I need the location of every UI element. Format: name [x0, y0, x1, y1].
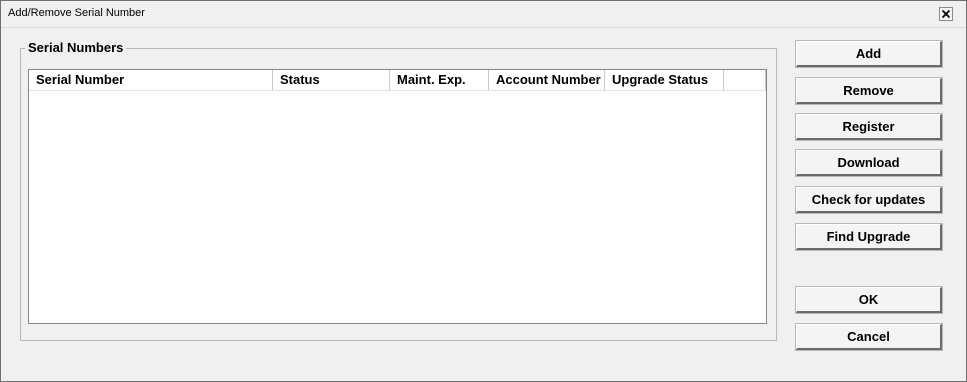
remove-button[interactable]: Remove	[796, 78, 942, 104]
list-body[interactable]	[29, 91, 766, 323]
title-bar[interactable]: Add/Remove Serial Number	[1, 1, 966, 28]
column-header-status[interactable]: Status	[273, 70, 390, 90]
window-title: Add/Remove Serial Number	[8, 7, 145, 19]
ok-button[interactable]: OK	[796, 287, 942, 313]
add-button[interactable]: Add	[796, 41, 942, 67]
column-header-upgrade-status[interactable]: Upgrade Status	[605, 70, 724, 90]
serial-number-list[interactable]: Serial Number Status Maint. Exp. Account…	[28, 69, 767, 324]
list-header: Serial Number Status Maint. Exp. Account…	[29, 70, 766, 91]
register-button[interactable]: Register	[796, 114, 942, 140]
close-icon	[942, 10, 950, 18]
find-upgrade-button[interactable]: Find Upgrade	[796, 224, 942, 250]
dialog-window: Add/Remove Serial Number Serial Numbers …	[0, 0, 967, 382]
column-header-account-number[interactable]: Account Number	[489, 70, 605, 90]
download-button[interactable]: Download	[796, 150, 942, 176]
close-button[interactable]	[939, 7, 953, 21]
column-header-maint-exp[interactable]: Maint. Exp.	[390, 70, 489, 90]
check-for-updates-button[interactable]: Check for updates	[796, 187, 942, 213]
cancel-button[interactable]: Cancel	[796, 324, 942, 350]
serial-numbers-group-label: Serial Numbers	[25, 40, 127, 55]
column-header-serial-number[interactable]: Serial Number	[29, 70, 273, 90]
column-header-blank[interactable]	[724, 70, 766, 90]
